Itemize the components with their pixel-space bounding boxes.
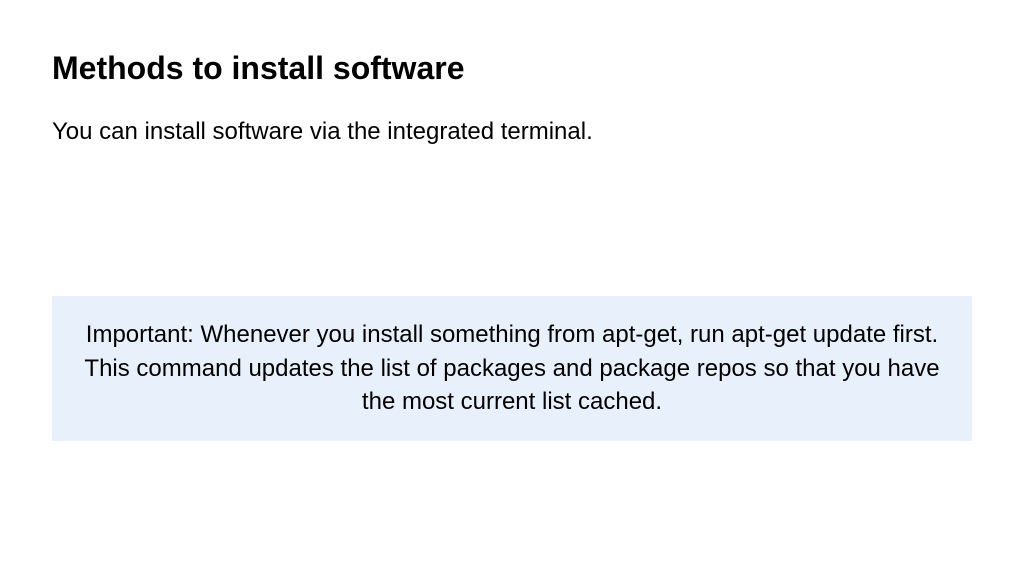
important-callout: Important: Whenever you install somethin…: [52, 296, 972, 441]
callout-text: Important: Whenever you install somethin…: [84, 321, 939, 415]
page-title: Methods to install software: [52, 50, 972, 87]
intro-paragraph: You can install software via the integra…: [52, 115, 972, 149]
